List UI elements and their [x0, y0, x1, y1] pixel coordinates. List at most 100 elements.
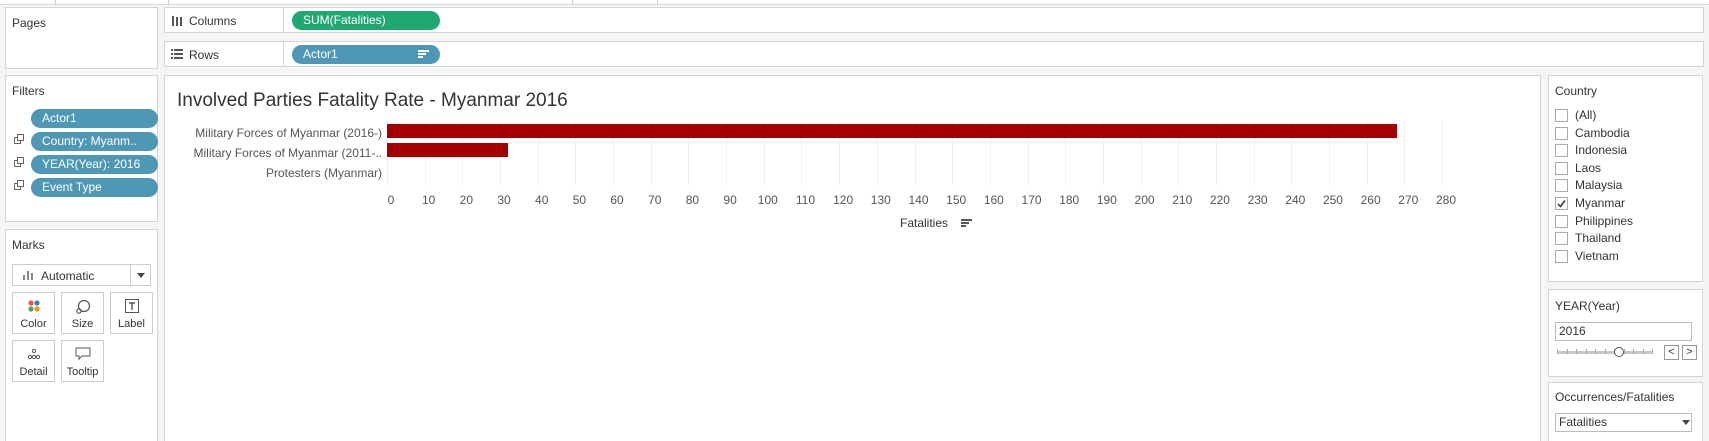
x-tick-label: 160 — [983, 193, 1004, 207]
category-label[interactable]: Protesters (Myanmar) — [266, 166, 382, 180]
slider-tick — [1604, 349, 1606, 354]
plot-area[interactable] — [387, 121, 1535, 185]
country-filter-title: Country — [1555, 84, 1598, 98]
country-option[interactable]: Thailand — [1555, 231, 1695, 248]
bar[interactable] — [387, 142, 508, 157]
checkbox[interactable] — [1555, 126, 1568, 140]
tab-strip — [0, 0, 1709, 5]
filters-title: Filters — [12, 84, 45, 98]
filter-pill-country[interactable]: Country: Myanm.. — [31, 132, 158, 151]
checkbox[interactable] — [1555, 232, 1568, 246]
context-filter-icon — [14, 157, 25, 168]
year-prev-button[interactable]: < — [1664, 345, 1679, 360]
size-button[interactable]: Size — [61, 292, 104, 334]
x-tick-label: 280 — [1435, 193, 1457, 207]
x-tick-label: 230 — [1247, 193, 1268, 207]
checkbox[interactable] — [1555, 109, 1568, 122]
x-gridline — [1442, 121, 1443, 185]
x-tick-label: 100 — [757, 193, 778, 207]
bar[interactable] — [387, 124, 1397, 139]
country-option[interactable]: Philippines — [1555, 214, 1695, 231]
x-tick-label: 250 — [1322, 193, 1343, 207]
columns-shelf[interactable]: Columns SUM(Fatalities) — [164, 7, 1704, 33]
country-option[interactable]: Vietnam — [1555, 249, 1695, 266]
x-tick-label: 260 — [1360, 193, 1381, 207]
country-option[interactable]: Myanmar — [1555, 196, 1695, 213]
country-option-label: Laos — [1575, 160, 1602, 175]
country-option-label: Vietnam — [1575, 248, 1619, 263]
checkbox[interactable] — [1555, 144, 1568, 158]
x-tick-label: 210 — [1172, 193, 1193, 207]
label-button[interactable]: Label — [110, 292, 153, 334]
x-tick-label: 120 — [833, 193, 854, 207]
detail-label: Detail — [19, 366, 48, 378]
x-tick-label: 50 — [572, 193, 587, 207]
rows-shelf[interactable]: Rows Actor1 — [164, 41, 1704, 67]
tab-divider — [55, 0, 56, 5]
x-tick-label: 200 — [1134, 193, 1155, 207]
checkbox[interactable] — [1555, 249, 1568, 263]
mark-type-label: Automatic — [41, 269, 95, 283]
rows-pill[interactable]: Actor1 — [292, 45, 440, 64]
country-option[interactable]: Malaysia — [1555, 178, 1695, 195]
columns-icon — [172, 14, 182, 26]
detail-button[interactable]: Detail — [12, 340, 55, 382]
checkbox[interactable] — [1555, 214, 1568, 228]
year-slider-thumb[interactable] — [1614, 347, 1624, 357]
checkmark-icon — [1557, 200, 1566, 208]
context-filter-icon — [14, 134, 25, 145]
slider-tick — [1652, 349, 1653, 354]
label-label: Label — [118, 318, 145, 330]
viz-area: Involved Parties Fatality Rate - Myanmar… — [164, 75, 1541, 441]
sort-descending-icon[interactable] — [961, 219, 972, 228]
color-label: Color — [20, 318, 47, 330]
measure-param-value: Fatalities — [1559, 415, 1608, 429]
sort-descending-icon[interactable] — [418, 50, 429, 59]
category-label[interactable]: Military Forces of Myanmar (2011-.. — [194, 146, 383, 160]
chevron-down-icon — [1682, 420, 1690, 425]
chevron-down-icon — [137, 273, 145, 278]
shelf-divider — [283, 8, 284, 32]
mark-type-dropdown[interactable]: Automatic — [12, 264, 151, 286]
marks-card: Marks Automatic Color Size Label Detail — [5, 229, 158, 441]
category-label[interactable]: Military Forces of Myanmar (2016-) — [195, 126, 382, 140]
tooltip-label: Tooltip — [66, 366, 99, 378]
x-axis: 0 10 20 30 40 50 60 70 80 90 100 110 120 130 140 150 160… — [387, 193, 1535, 209]
x-tick-label: 40 — [535, 193, 549, 207]
filter-pill-label: Country: Myanm.. — [42, 134, 137, 148]
checkbox-checked[interactable] — [1555, 197, 1568, 210]
measure-param-select[interactable]: Fatalities — [1555, 413, 1692, 432]
checkbox[interactable] — [1555, 179, 1568, 193]
x-tick-label: 190 — [1096, 193, 1117, 207]
year-slider-ticks — [1557, 349, 1653, 355]
x-tick-label: 80 — [685, 193, 700, 207]
filter-pill-actor1[interactable]: Actor1 — [31, 109, 158, 128]
viz-title: Involved Parties Fatality Rate - Myanmar… — [177, 90, 568, 111]
dropdown-divider — [130, 265, 131, 285]
measure-param-title: Occurrences/Fatalities — [1555, 390, 1675, 404]
filter-pill-event-type[interactable]: Event Type — [31, 178, 158, 197]
columns-pill[interactable]: SUM(Fatalities) — [292, 11, 440, 30]
year-next-button[interactable]: > — [1682, 345, 1697, 360]
slider-tick — [1576, 349, 1577, 354]
country-option[interactable]: Laos — [1555, 161, 1695, 178]
slider-tick — [1585, 349, 1587, 354]
country-option[interactable]: Indonesia — [1555, 143, 1695, 160]
x-tick-label: 150 — [946, 193, 967, 207]
country-option[interactable]: (All) — [1555, 108, 1695, 125]
country-option-label: Cambodia — [1575, 125, 1630, 140]
rows-label: Rows — [189, 48, 220, 62]
x-tick-label: 180 — [1059, 193, 1080, 207]
filter-pill-year[interactable]: YEAR(Year): 2016 — [31, 155, 158, 174]
shelf-divider — [283, 42, 284, 66]
rows-pill-label: Actor1 — [303, 47, 338, 61]
filter-pill-label: YEAR(Year): 2016 — [42, 157, 141, 171]
checkbox[interactable] — [1555, 161, 1568, 175]
country-option[interactable]: Cambodia — [1555, 126, 1695, 143]
tooltip-button[interactable]: Tooltip — [61, 340, 104, 382]
x-gridline — [1404, 121, 1406, 185]
country-option-label: Malaysia — [1575, 178, 1623, 193]
color-button[interactable]: Color — [12, 292, 55, 334]
year-input[interactable]: 2016 — [1555, 322, 1692, 341]
x-tick-label: 110 — [795, 193, 816, 207]
